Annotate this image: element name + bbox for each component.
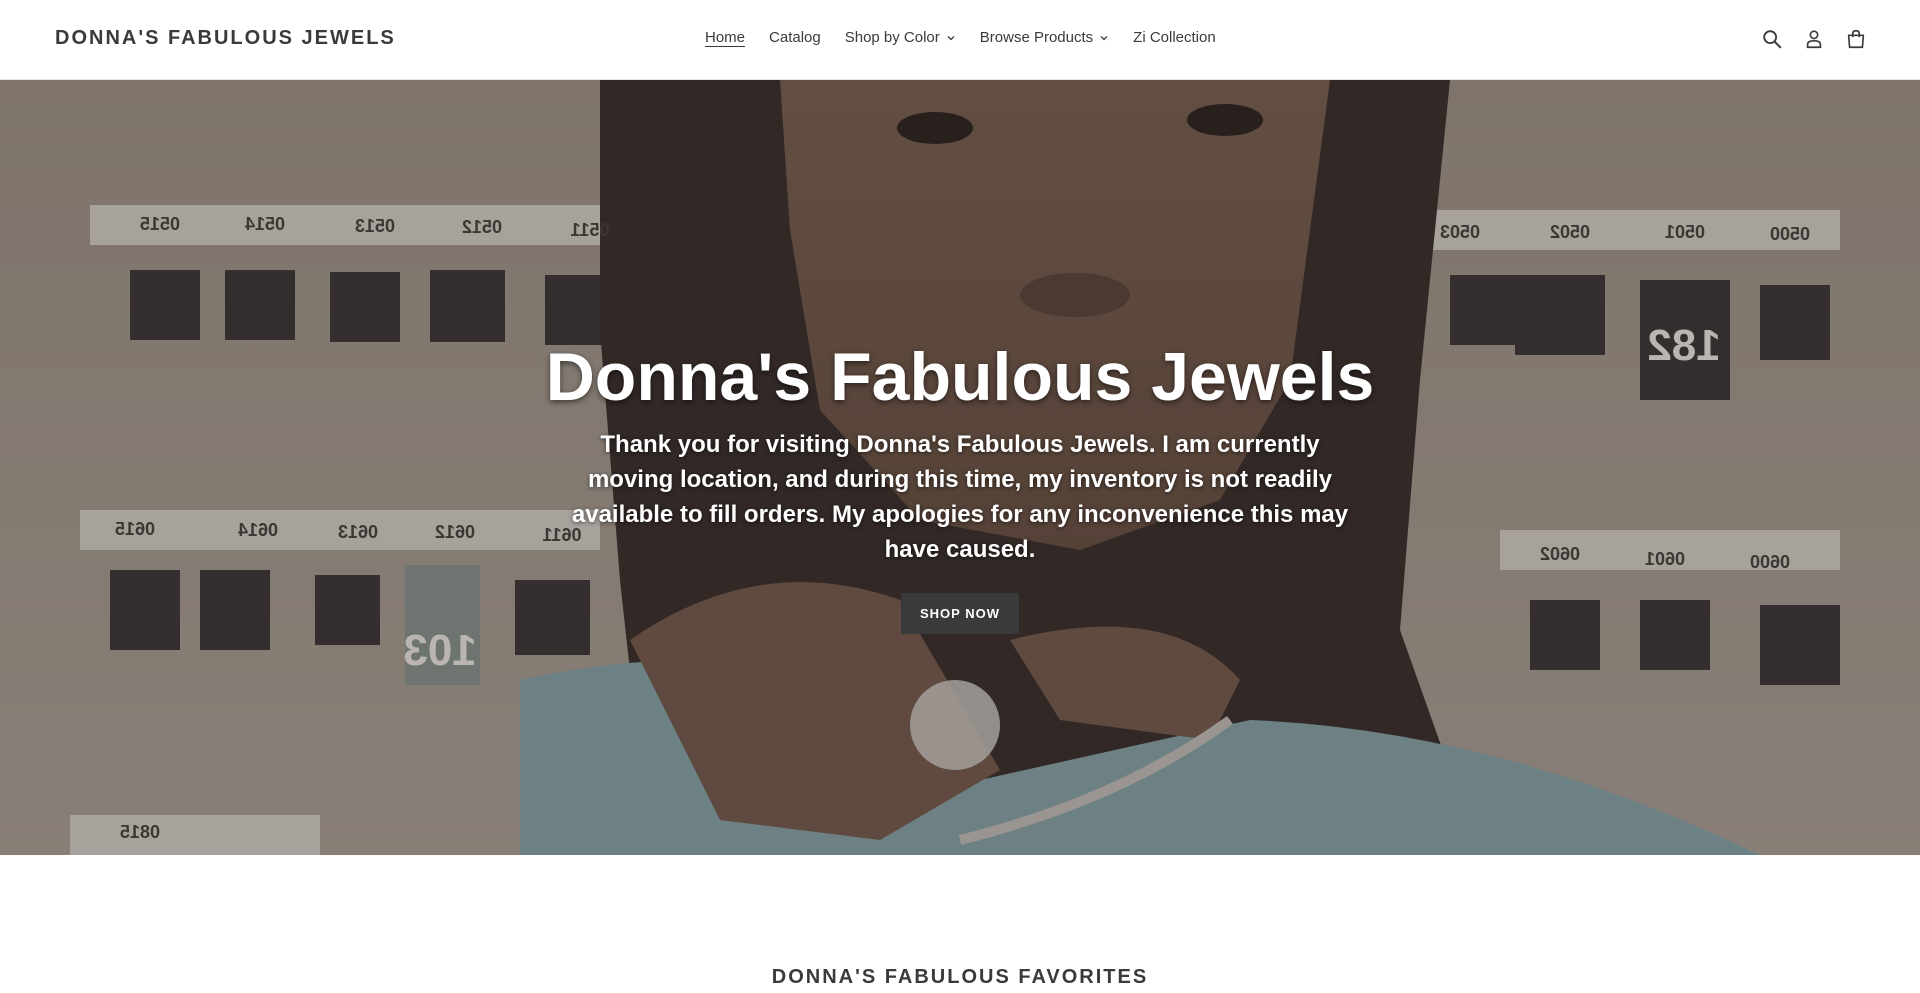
main-nav: Home Catalog Shop by Color Browse Produc… (705, 29, 1216, 46)
store-logo[interactable]: DONNA'S FABULOUS JEWELS (55, 27, 396, 50)
account-icon (1806, 30, 1822, 49)
shop-now-button[interactable]: SHOP NOW (901, 593, 1019, 635)
search-icon (1763, 30, 1782, 49)
chevron-down-icon (947, 35, 955, 40)
search-button[interactable] (1760, 26, 1784, 52)
hero-banner: 0515 0514 0513 0512 0511 0503 0502 0501 0500 182 0… (0, 80, 1920, 855)
nav-catalog[interactable]: Catalog (769, 29, 821, 46)
nav-browse-products[interactable]: Browse Products (980, 29, 1109, 46)
nav-home[interactable]: Home (705, 29, 745, 46)
hero-title: Donna's Fabulous Jewels (545, 339, 1375, 415)
hero-message: Thank you for visiting Donna's Fabulous … (571, 431, 1349, 563)
nav-zi-collection-label: Zi Collection (1133, 29, 1216, 46)
header-icons (1760, 26, 1868, 52)
nav-catalog-label: Catalog (769, 29, 821, 46)
nav-zi-collection[interactable]: Zi Collection (1133, 29, 1216, 46)
nav-shop-by-color-label: Shop by Color (844, 29, 940, 46)
nav-home-label: Home (705, 29, 746, 46)
cart-button[interactable] (1844, 26, 1868, 52)
cart-icon (1847, 29, 1865, 49)
nav-browse-products-label: Browse Products (979, 29, 1094, 46)
account-button[interactable] (1802, 26, 1826, 52)
favorites-section-title: DONNA'S FABULOUS FAVORITES (771, 966, 1149, 988)
site-header: DONNA'S FABULOUS JEWELS Home Catalog Sho… (0, 0, 1920, 80)
chevron-down-icon (1100, 35, 1108, 40)
hero-content: Donna's Fabulous Jewels Thank you for vi… (540, 338, 1380, 635)
nav-shop-by-color[interactable]: Shop by Color (845, 29, 956, 46)
